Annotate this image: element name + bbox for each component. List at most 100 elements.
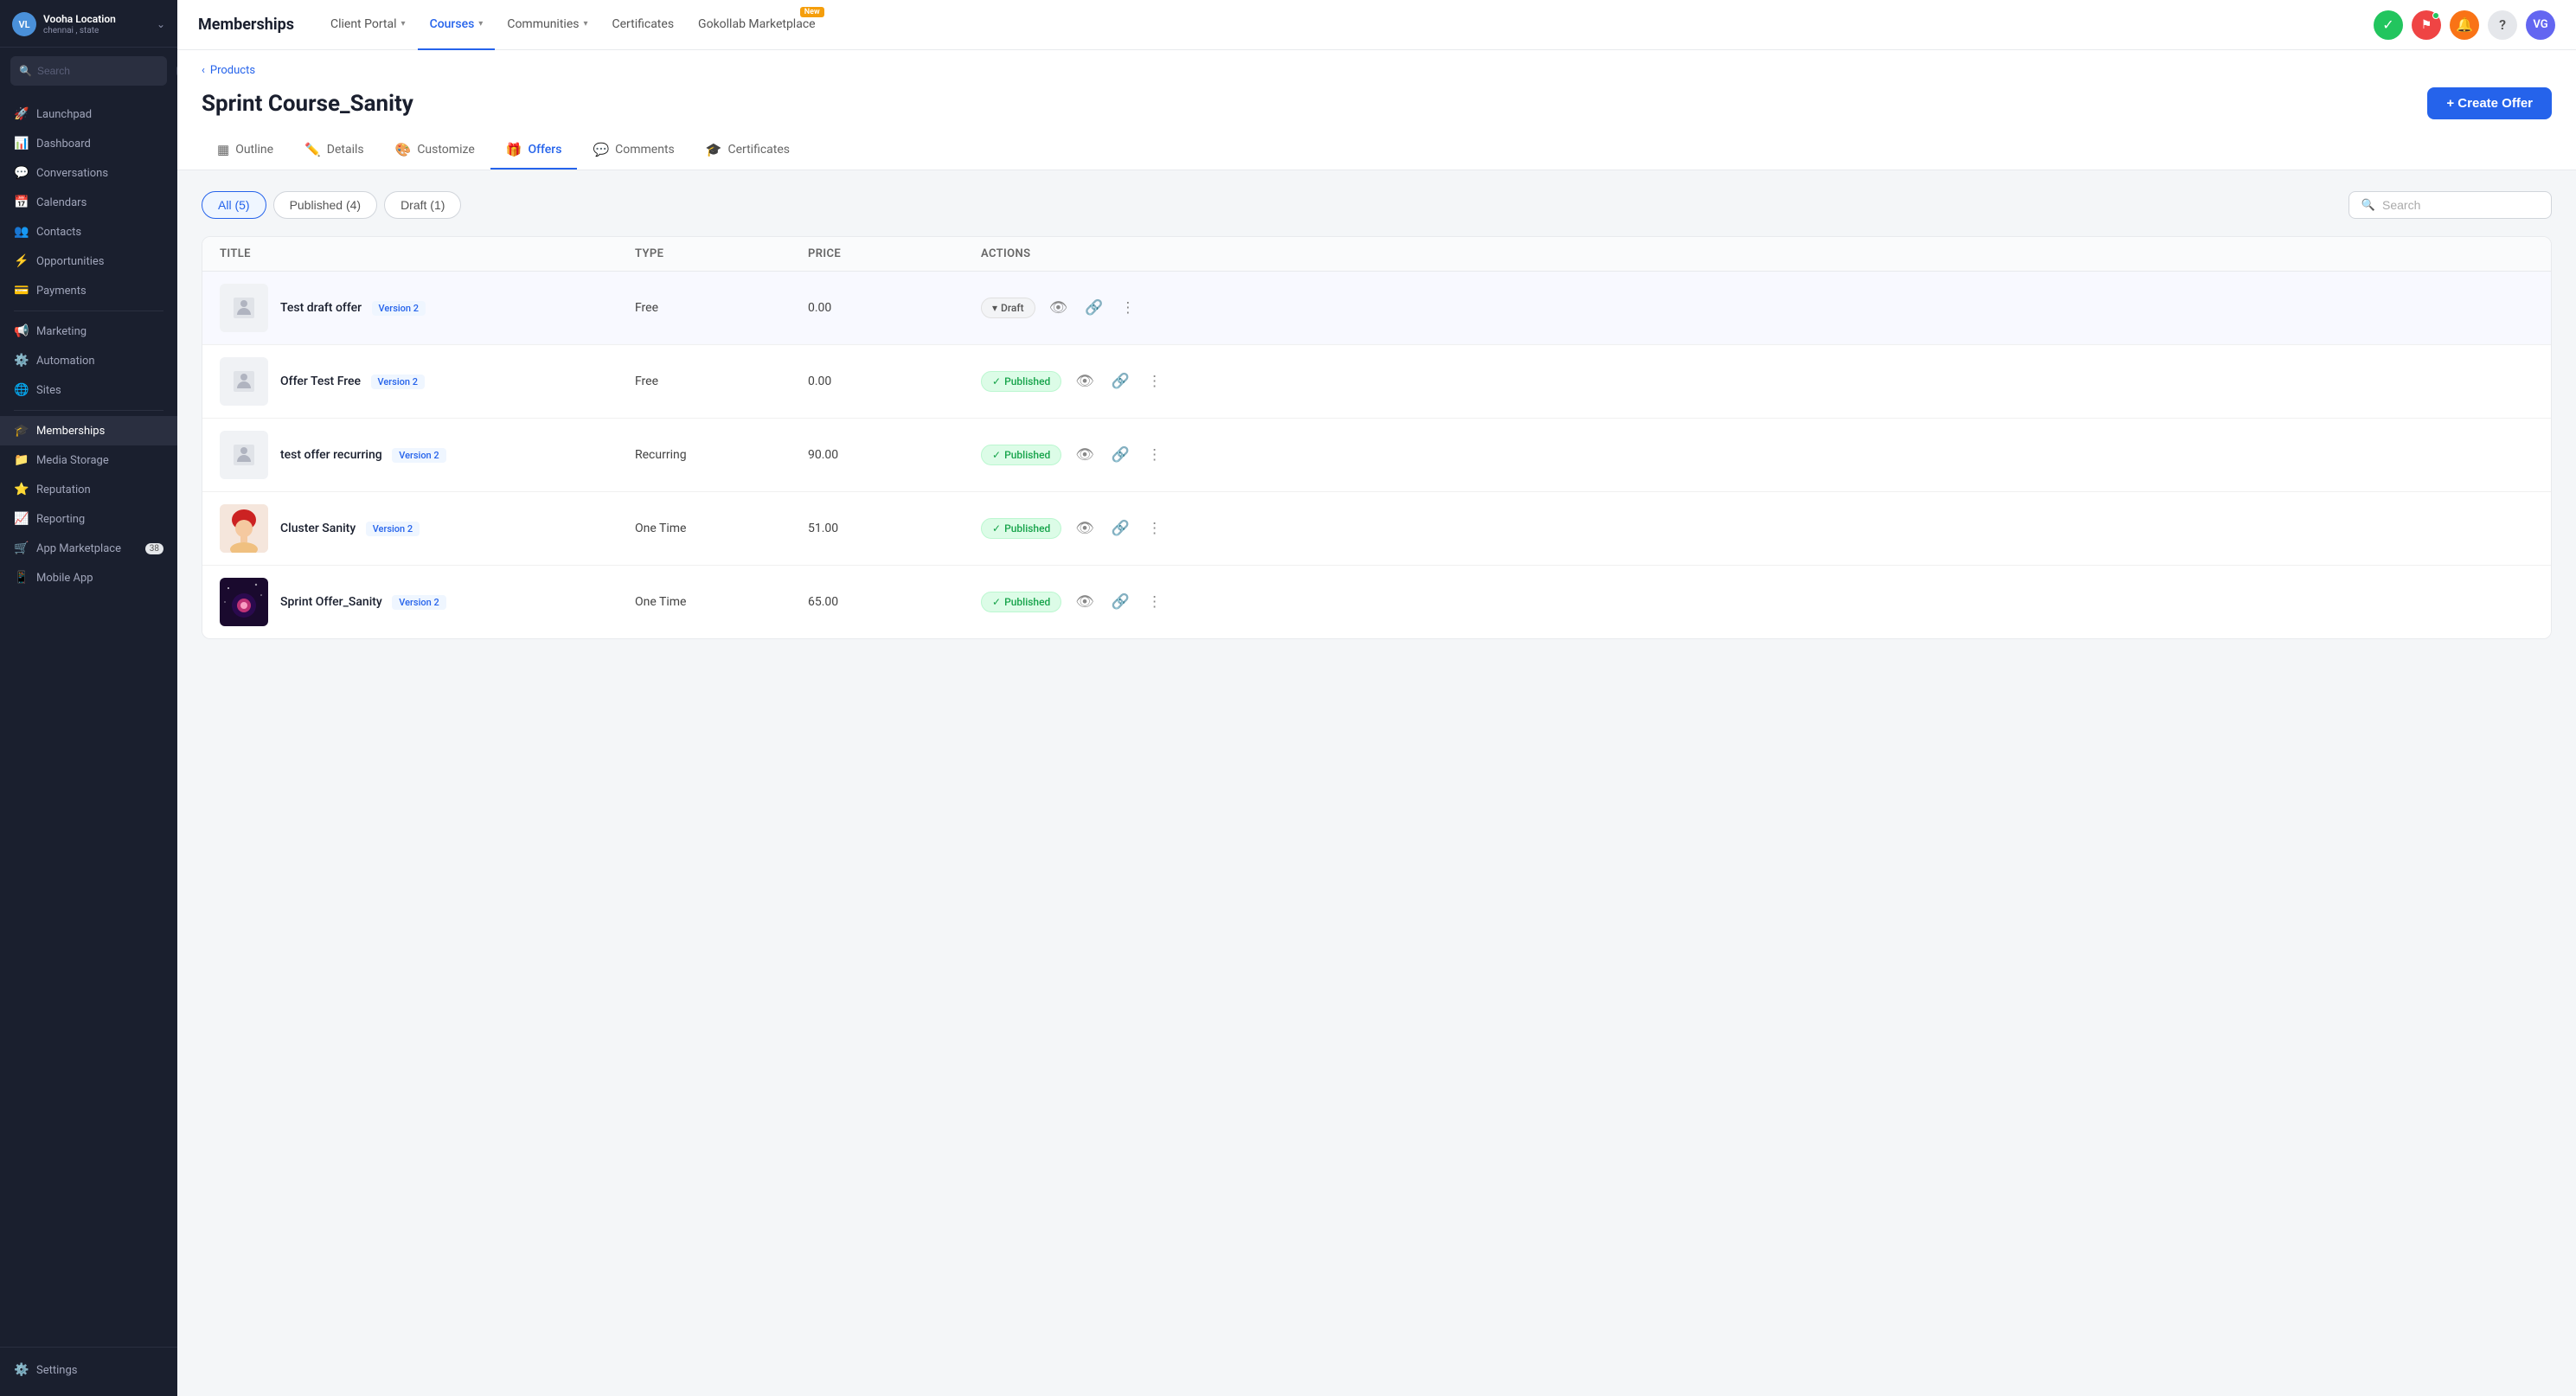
view-icon[interactable]: 👁 <box>1072 443 1098 467</box>
tab-certificates[interactable]: Certificates <box>600 0 687 50</box>
more-options-icon[interactable]: ⋮ <box>1144 516 1165 541</box>
notification-dot <box>2432 12 2439 19</box>
page-title-row: Sprint Course_Sanity + Create Offer <box>202 87 2552 119</box>
flag-button[interactable]: ⚑ <box>2412 10 2441 40</box>
page-title: Sprint Course_Sanity <box>202 91 413 117</box>
sidebar-item-automation[interactable]: ⚙️ Automation <box>0 346 177 375</box>
app-marketplace-icon: 🛒 <box>14 541 28 555</box>
tab-outline[interactable]: ▦ Outline <box>202 133 289 170</box>
sidebar-item-launchpad[interactable]: 🚀 Launchpad <box>0 99 177 129</box>
sidebar-item-conversations[interactable]: 💬 Conversations <box>0 158 177 188</box>
sidebar-search-container: 🔍 ⌘K + <box>10 56 167 86</box>
offers-search-input[interactable] <box>2382 198 2539 212</box>
sidebar-item-media-storage[interactable]: 📁 Media Storage <box>0 445 177 475</box>
sidebar-item-contacts[interactable]: 👥 Contacts <box>0 217 177 247</box>
user-avatar[interactable]: VG <box>2526 10 2555 40</box>
more-options-icon[interactable]: ⋮ <box>1117 296 1138 320</box>
sidebar-item-reputation[interactable]: ⭐ Reputation <box>0 475 177 504</box>
settings-icon: ⚙️ <box>14 1363 28 1377</box>
tab-gokollab[interactable]: Gokollab Marketplace New <box>686 0 828 50</box>
status-badge[interactable]: ▾ Draft <box>981 298 1035 318</box>
new-badge: New <box>800 7 824 17</box>
main-content: Memberships Client Portal ▾ Courses ▾ Co… <box>177 0 2576 1396</box>
offer-type: Free <box>635 301 808 315</box>
payments-icon: 💳 <box>14 284 28 298</box>
sidebar-item-dashboard[interactable]: 📊 Dashboard <box>0 129 177 158</box>
sidebar-item-settings[interactable]: ⚙️ Settings <box>14 1356 163 1384</box>
offer-name: Cluster Sanity <box>280 522 356 535</box>
breadcrumb[interactable]: ‹ Products <box>202 64 2552 77</box>
sidebar-item-sites[interactable]: 🌐 Sites <box>0 375 177 405</box>
tab-client-portal[interactable]: Client Portal ▾ <box>318 0 418 50</box>
more-options-icon[interactable]: ⋮ <box>1144 590 1165 614</box>
filter-published[interactable]: Published (4) <box>273 191 378 219</box>
offer-title-cell: Test draft offer Version 2 <box>220 284 635 332</box>
status-badge[interactable]: ✓ Published <box>981 518 1061 539</box>
view-icon[interactable]: 👁 <box>1072 369 1098 394</box>
sidebar-item-label: Calendars <box>36 196 87 209</box>
tab-comments[interactable]: 💬 Comments <box>577 133 689 170</box>
sidebar-item-payments[interactable]: 💳 Payments <box>0 276 177 305</box>
tab-offers[interactable]: 🎁 Offers <box>490 133 578 170</box>
tab-certificates[interactable]: 🎓 Certificates <box>690 133 805 170</box>
version-badge: Version 2 <box>371 375 425 389</box>
status-badge[interactable]: ✓ Published <box>981 592 1061 612</box>
more-options-icon[interactable]: ⋮ <box>1144 369 1165 394</box>
filter-draft[interactable]: Draft (1) <box>384 191 461 219</box>
more-options-icon[interactable]: ⋮ <box>1144 443 1165 467</box>
tab-details[interactable]: ✏️ Details <box>289 133 380 170</box>
tab-label: Courses <box>430 17 475 31</box>
sidebar-item-mobile-app[interactable]: 📱 Mobile App <box>0 563 177 592</box>
search-input[interactable] <box>37 65 171 77</box>
status-badge[interactable]: ✓ Published <box>981 445 1061 465</box>
chevron-down-icon: ▾ <box>478 19 483 29</box>
sidebar-item-calendars[interactable]: 📅 Calendars <box>0 188 177 217</box>
offer-type: Recurring <box>635 448 808 462</box>
offer-title-cell: Offer Test Free Version 2 <box>220 357 635 406</box>
link-icon[interactable]: 🔗 <box>1108 369 1133 394</box>
sidebar-item-app-marketplace[interactable]: 🛒 App Marketplace 38 <box>0 534 177 563</box>
sidebar-item-marketing[interactable]: 📢 Marketing <box>0 317 177 346</box>
sidebar-item-memberships[interactable]: 🎓 Memberships <box>0 416 177 445</box>
top-nav-items: Client Portal ▾ Courses ▾ Communities ▾ … <box>318 0 2374 50</box>
help-button[interactable]: ? <box>2488 10 2517 40</box>
certificates-icon: 🎓 <box>706 142 722 157</box>
automation-icon: ⚙️ <box>14 354 28 368</box>
filter-all[interactable]: All (5) <box>202 191 266 219</box>
view-icon[interactable]: 👁 <box>1072 516 1098 541</box>
chevron-down-icon: ▾ <box>992 302 997 314</box>
filter-row: All (5) Published (4) Draft (1) 🔍 <box>202 191 2552 219</box>
view-icon[interactable]: 👁 <box>1046 296 1072 320</box>
link-icon[interactable]: 🔗 <box>1108 516 1133 541</box>
offer-name: Test draft offer <box>280 301 362 315</box>
offer-thumbnail <box>220 357 268 406</box>
offer-title-cell: Cluster Sanity Version 2 <box>220 504 635 553</box>
view-icon[interactable]: 👁 <box>1072 590 1098 614</box>
sidebar-item-label: Settings <box>36 1364 77 1377</box>
table-row: Test draft offer Version 2 Free 0.00 ▾ D… <box>202 272 2551 345</box>
offer-thumbnail <box>220 431 268 479</box>
table-row: test offer recurring Version 2 Recurring… <box>202 419 2551 492</box>
sidebar-location-sub: chennai , state <box>43 26 116 35</box>
checkmark-button[interactable]: ✓ <box>2374 10 2403 40</box>
status-badge[interactable]: ✓ Published <box>981 371 1061 392</box>
notification-button[interactable]: 🔔 <box>2450 10 2479 40</box>
tab-communities[interactable]: Communities ▾ <box>495 0 599 50</box>
tab-courses[interactable]: Courses ▾ <box>418 0 496 50</box>
sites-icon: 🌐 <box>14 383 28 397</box>
tab-label: Comments <box>615 143 675 157</box>
sidebar-item-label: Reputation <box>36 483 91 496</box>
link-icon[interactable]: 🔗 <box>1108 443 1133 467</box>
link-icon[interactable]: 🔗 <box>1081 296 1106 320</box>
sidebar-item-reporting[interactable]: 📈 Reporting <box>0 504 177 534</box>
tab-customize[interactable]: 🎨 Customize <box>380 133 490 170</box>
tab-label: Outline <box>235 143 273 157</box>
create-offer-button[interactable]: + Create Offer <box>2427 87 2552 119</box>
checkmark-icon: ✓ <box>992 375 1001 387</box>
sidebar-location-header[interactable]: VL Vooha Location chennai , state ⌄ <box>0 0 177 48</box>
tab-label: Certificates <box>612 17 675 31</box>
comments-icon: 💬 <box>593 142 609 157</box>
sidebar-item-opportunities[interactable]: ⚡ Opportunities <box>0 247 177 276</box>
link-icon[interactable]: 🔗 <box>1108 590 1133 614</box>
sidebar-item-label: Dashboard <box>36 138 91 150</box>
